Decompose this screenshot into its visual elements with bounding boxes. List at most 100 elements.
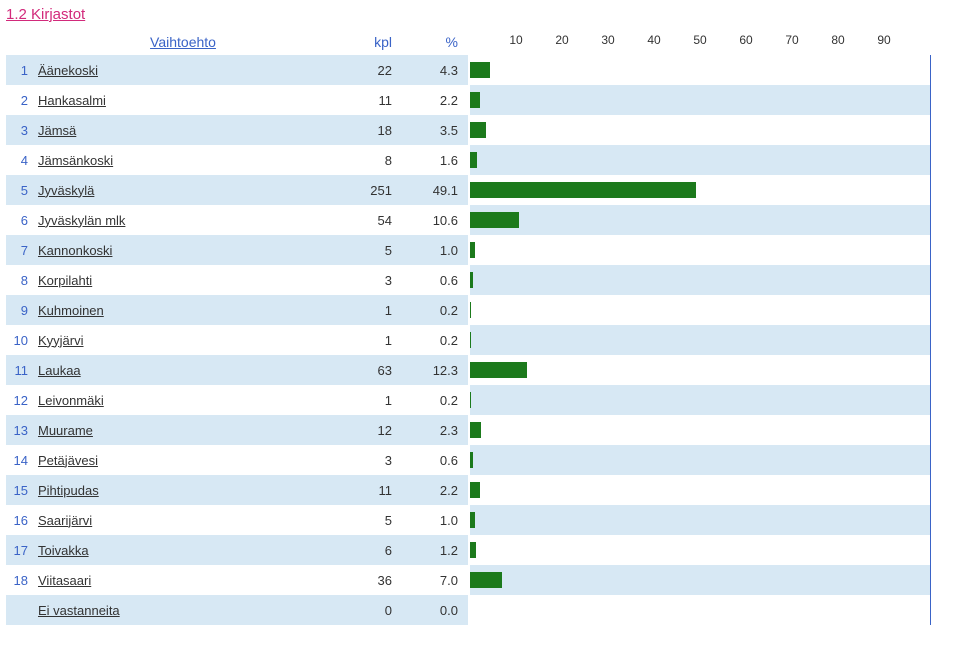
bar-row: [470, 115, 930, 145]
row-kpl: 5: [328, 513, 398, 528]
row-kpl: 12: [328, 423, 398, 438]
row-index: 16: [6, 513, 36, 528]
row-kpl: 1: [328, 303, 398, 318]
bar: [470, 542, 476, 558]
bar-row: [470, 85, 930, 115]
row-name[interactable]: Saarijärvi: [36, 513, 328, 528]
table-row: 3Jämsä183.5: [6, 115, 468, 145]
bar-row: [470, 355, 930, 385]
row-index: 1: [6, 63, 36, 78]
bar-row: [470, 595, 930, 625]
row-pct: 0.0: [398, 603, 468, 618]
row-name[interactable]: Kyyjärvi: [36, 333, 328, 348]
axis-tick: 50: [693, 33, 706, 47]
bar-row: [470, 295, 930, 325]
table-row: 7Kannonkoski51.0: [6, 235, 468, 265]
row-name[interactable]: Ei vastanneita: [36, 603, 328, 618]
row-index: 4: [6, 153, 36, 168]
grid-line: [930, 55, 931, 625]
row-name[interactable]: Hankasalmi: [36, 93, 328, 108]
row-name[interactable]: Leivonmäki: [36, 393, 328, 408]
bar-row: [470, 415, 930, 445]
row-name[interactable]: Pihtipudas: [36, 483, 328, 498]
bar-row: [470, 265, 930, 295]
table-row: Ei vastanneita00.0: [6, 595, 468, 625]
row-name[interactable]: Jämsänkoski: [36, 153, 328, 168]
row-kpl: 36: [328, 573, 398, 588]
chart-area: [470, 55, 930, 625]
table-row: 8Korpilahti30.6: [6, 265, 468, 295]
row-name[interactable]: Jämsä: [36, 123, 328, 138]
row-index: 14: [6, 453, 36, 468]
bar: [470, 272, 473, 288]
axis-tick: 40: [647, 33, 660, 47]
row-pct: 0.2: [398, 393, 468, 408]
x-axis: 102030405060708090: [468, 29, 950, 55]
row-name[interactable]: Jyväskylä: [36, 183, 328, 198]
bar-row: [470, 55, 930, 85]
table-row: 5Jyväskylä25149.1: [6, 175, 468, 205]
row-pct: 12.3: [398, 363, 468, 378]
bar-row: [470, 385, 930, 415]
bar-row: [470, 475, 930, 505]
row-index: 17: [6, 543, 36, 558]
bar-row: [470, 205, 930, 235]
row-name[interactable]: Toivakka: [36, 543, 328, 558]
table-row: 17Toivakka61.2: [6, 535, 468, 565]
bar-row: [470, 145, 930, 175]
row-kpl: 1: [328, 393, 398, 408]
row-index: 15: [6, 483, 36, 498]
row-index: 9: [6, 303, 36, 318]
row-pct: 0.2: [398, 303, 468, 318]
bar: [470, 182, 696, 198]
row-kpl: 5: [328, 243, 398, 258]
bar-row: [470, 565, 930, 595]
row-pct: 0.6: [398, 273, 468, 288]
row-kpl: 11: [328, 93, 398, 108]
row-name[interactable]: Viitasaari: [36, 573, 328, 588]
axis-tick: 90: [877, 33, 890, 47]
row-pct: 0.2: [398, 333, 468, 348]
header-name: Vaihtoehto: [36, 34, 328, 50]
row-pct: 2.2: [398, 483, 468, 498]
row-index: 2: [6, 93, 36, 108]
row-name[interactable]: Laukaa: [36, 363, 328, 378]
row-kpl: 22: [328, 63, 398, 78]
axis-tick: 80: [831, 33, 844, 47]
bar: [470, 332, 471, 348]
row-pct: 2.3: [398, 423, 468, 438]
row-index: 6: [6, 213, 36, 228]
row-kpl: 251: [328, 183, 398, 198]
bar: [470, 452, 473, 468]
axis-tick: 60: [739, 33, 752, 47]
table-row: 16Saarijärvi51.0: [6, 505, 468, 535]
bar: [470, 362, 527, 378]
table-row: 15Pihtipudas112.2: [6, 475, 468, 505]
row-name[interactable]: Kannonkoski: [36, 243, 328, 258]
bar: [470, 302, 471, 318]
table-row: 6Jyväskylän mlk5410.6: [6, 205, 468, 235]
bar-row: [470, 535, 930, 565]
bar: [470, 212, 519, 228]
bar: [470, 392, 471, 408]
row-name[interactable]: Petäjävesi: [36, 453, 328, 468]
row-name[interactable]: Äänekoski: [36, 63, 328, 78]
row-name[interactable]: Muurame: [36, 423, 328, 438]
row-name[interactable]: Korpilahti: [36, 273, 328, 288]
row-pct: 2.2: [398, 93, 468, 108]
row-name[interactable]: Kuhmoinen: [36, 303, 328, 318]
axis-tick: 20: [555, 33, 568, 47]
bar: [470, 512, 475, 528]
row-index: 11: [6, 363, 36, 378]
row-kpl: 11: [328, 483, 398, 498]
row-kpl: 63: [328, 363, 398, 378]
table-row: 10Kyyjärvi10.2: [6, 325, 468, 355]
row-pct: 0.6: [398, 453, 468, 468]
row-name[interactable]: Jyväskylän mlk: [36, 213, 328, 228]
bar: [470, 482, 480, 498]
header-kpl: kpl: [328, 34, 398, 50]
bar: [470, 122, 486, 138]
row-kpl: 0: [328, 603, 398, 618]
row-kpl: 3: [328, 273, 398, 288]
content: Vaihtoehto kpl % 1Äänekoski224.32Hankasa…: [6, 29, 950, 625]
